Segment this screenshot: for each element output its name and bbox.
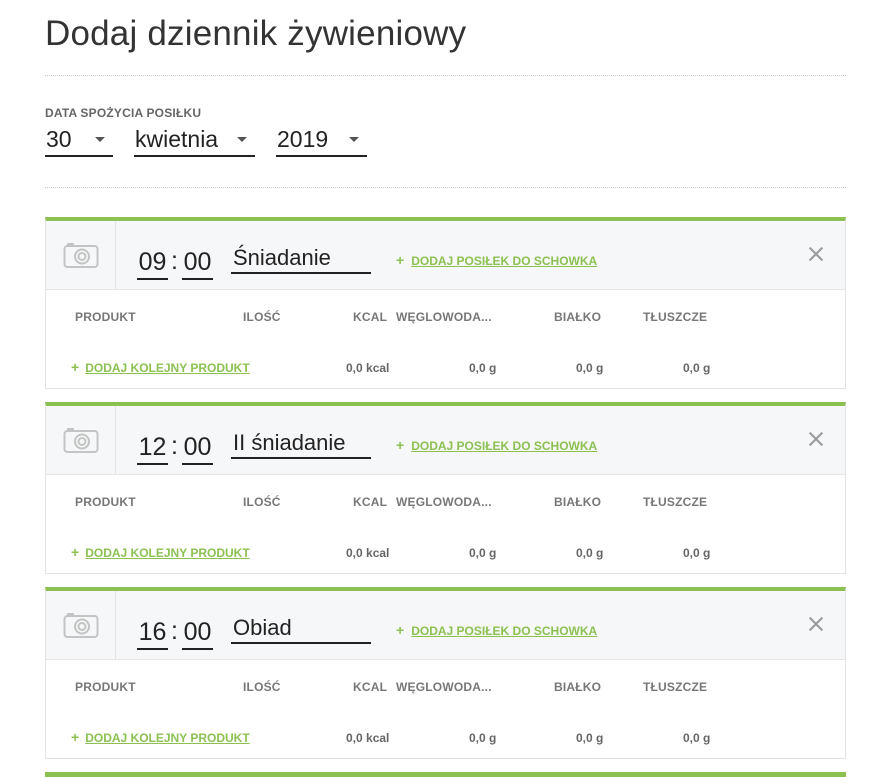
column-header-product: PRODUKT (75, 310, 136, 324)
add-product-link[interactable]: + DODAJ KOLEJNY PRODUKT (71, 729, 250, 745)
meal-minute-input[interactable]: 00 (182, 432, 213, 465)
divider (45, 75, 846, 76)
chevron-down-icon (237, 137, 247, 142)
total-carbs: 0,0 g (469, 361, 497, 375)
plus-icon: + (396, 622, 405, 638)
column-header-protein: BIAŁKO (554, 310, 602, 324)
next-meal-card-top (45, 772, 846, 777)
add-photo-button[interactable] (46, 221, 116, 290)
page-title: Dodaj dziennik żywieniowy (45, 14, 467, 53)
chevron-down-icon (349, 137, 359, 142)
column-header-protein: BIAŁKO (554, 495, 602, 509)
add-product-link[interactable]: + DODAJ KOLEJNY PRODUKT (71, 359, 250, 375)
total-kcal: 0,0 kcal (346, 361, 390, 375)
total-fat: 0,0 g (683, 361, 711, 375)
close-icon[interactable] (809, 247, 823, 261)
add-photo-button[interactable] (46, 591, 116, 660)
year-select[interactable]: 2019 (276, 124, 367, 157)
close-icon[interactable] (809, 432, 823, 446)
chevron-down-icon (95, 137, 105, 142)
add-meal-to-stash-link[interactable]: + DODAJ POSIŁEK DO SCHOWKA (396, 622, 597, 638)
add-meal-to-stash-link[interactable]: + DODAJ POSIŁEK DO SCHOWKA (396, 252, 597, 268)
column-header-quantity: ILOŚĆ (243, 680, 281, 694)
total-protein: 0,0 g (576, 546, 604, 560)
meal-date-label: DATA SPOŻYCIA POSIŁKU (45, 106, 202, 120)
total-protein: 0,0 g (576, 361, 604, 375)
meal-name-input[interactable]: Obiad (231, 615, 371, 644)
column-header-carbs: WĘGLOWODA... (396, 495, 492, 509)
column-header-product: PRODUKT (75, 495, 136, 509)
meal-header: 12 : 00 II śniadanie + DODAJ POSIŁEK DO S… (46, 406, 845, 475)
plus-icon: + (396, 437, 405, 453)
month-select-value: kwietnia (135, 126, 219, 152)
total-kcal: 0,0 kcal (346, 731, 390, 745)
column-header-fat: TŁUSZCZE (643, 310, 708, 324)
meal-header: 09 : 00 Śniadanie + DODAJ POSIŁEK DO SCHO… (46, 221, 845, 290)
camera-icon (63, 613, 99, 638)
year-select-value: 2019 (277, 126, 329, 152)
camera-icon (63, 428, 99, 453)
total-fat: 0,0 g (683, 546, 711, 560)
time-separator: : (171, 432, 178, 460)
plus-icon: + (396, 252, 405, 268)
time-separator: : (171, 617, 178, 645)
total-fat: 0,0 g (683, 731, 711, 745)
meal-name-input[interactable]: II śniadanie (231, 430, 371, 459)
total-protein: 0,0 g (576, 731, 604, 745)
camera-icon (63, 243, 99, 268)
column-header-carbs: WĘGLOWODA... (396, 680, 492, 694)
add-meal-to-stash-label: DODAJ POSIŁEK DO SCHOWKA (411, 624, 598, 638)
column-header-quantity: ILOŚĆ (243, 310, 281, 324)
meal-name-input[interactable]: Śniadanie (231, 245, 371, 274)
add-meal-to-stash-link[interactable]: + DODAJ POSIŁEK DO SCHOWKA (396, 437, 597, 453)
column-header-kcal: KCAL (353, 310, 388, 324)
column-header-protein: BIAŁKO (554, 680, 602, 694)
add-product-link[interactable]: + DODAJ KOLEJNY PRODUKT (71, 544, 250, 560)
total-carbs: 0,0 g (469, 546, 497, 560)
meal-hour-input[interactable]: 12 (137, 432, 168, 465)
month-select[interactable]: kwietnia (134, 124, 255, 157)
plus-icon: + (71, 359, 80, 375)
meal-card: 12 : 00 II śniadanie + DODAJ POSIŁEK DO S… (45, 402, 846, 574)
time-separator: : (171, 247, 178, 275)
add-product-label: DODAJ KOLEJNY PRODUKT (85, 361, 250, 375)
meal-header: 16 : 00 Obiad + DODAJ POSIŁEK DO SCHOWKA (46, 591, 845, 660)
add-meal-to-stash-label: DODAJ POSIŁEK DO SCHOWKA (411, 254, 598, 268)
add-meal-to-stash-label: DODAJ POSIŁEK DO SCHOWKA (411, 439, 598, 453)
meal-minute-input[interactable]: 00 (182, 617, 213, 650)
column-header-fat: TŁUSZCZE (643, 495, 708, 509)
plus-icon: + (71, 544, 80, 560)
day-select-value: 30 (46, 126, 72, 152)
column-header-kcal: KCAL (353, 680, 388, 694)
add-product-label: DODAJ KOLEJNY PRODUKT (85, 546, 250, 560)
meal-card: 09 : 00 Śniadanie + DODAJ POSIŁEK DO SCHO… (45, 217, 846, 389)
divider (45, 187, 846, 188)
add-photo-button[interactable] (46, 406, 116, 475)
meal-card: 16 : 00 Obiad + DODAJ POSIŁEK DO SCHOWKA … (45, 587, 846, 759)
total-kcal: 0,0 kcal (346, 546, 390, 560)
column-header-fat: TŁUSZCZE (643, 680, 708, 694)
day-select[interactable]: 30 (45, 124, 113, 157)
meal-hour-input[interactable]: 09 (137, 247, 168, 280)
total-carbs: 0,0 g (469, 731, 497, 745)
close-icon[interactable] (809, 617, 823, 631)
column-header-quantity: ILOŚĆ (243, 495, 281, 509)
meal-hour-input[interactable]: 16 (137, 617, 168, 650)
column-header-carbs: WĘGLOWODA... (396, 310, 492, 324)
column-header-product: PRODUKT (75, 680, 136, 694)
column-header-kcal: KCAL (353, 495, 388, 509)
meal-minute-input[interactable]: 00 (182, 247, 213, 280)
add-product-label: DODAJ KOLEJNY PRODUKT (85, 731, 250, 745)
plus-icon: + (71, 729, 80, 745)
